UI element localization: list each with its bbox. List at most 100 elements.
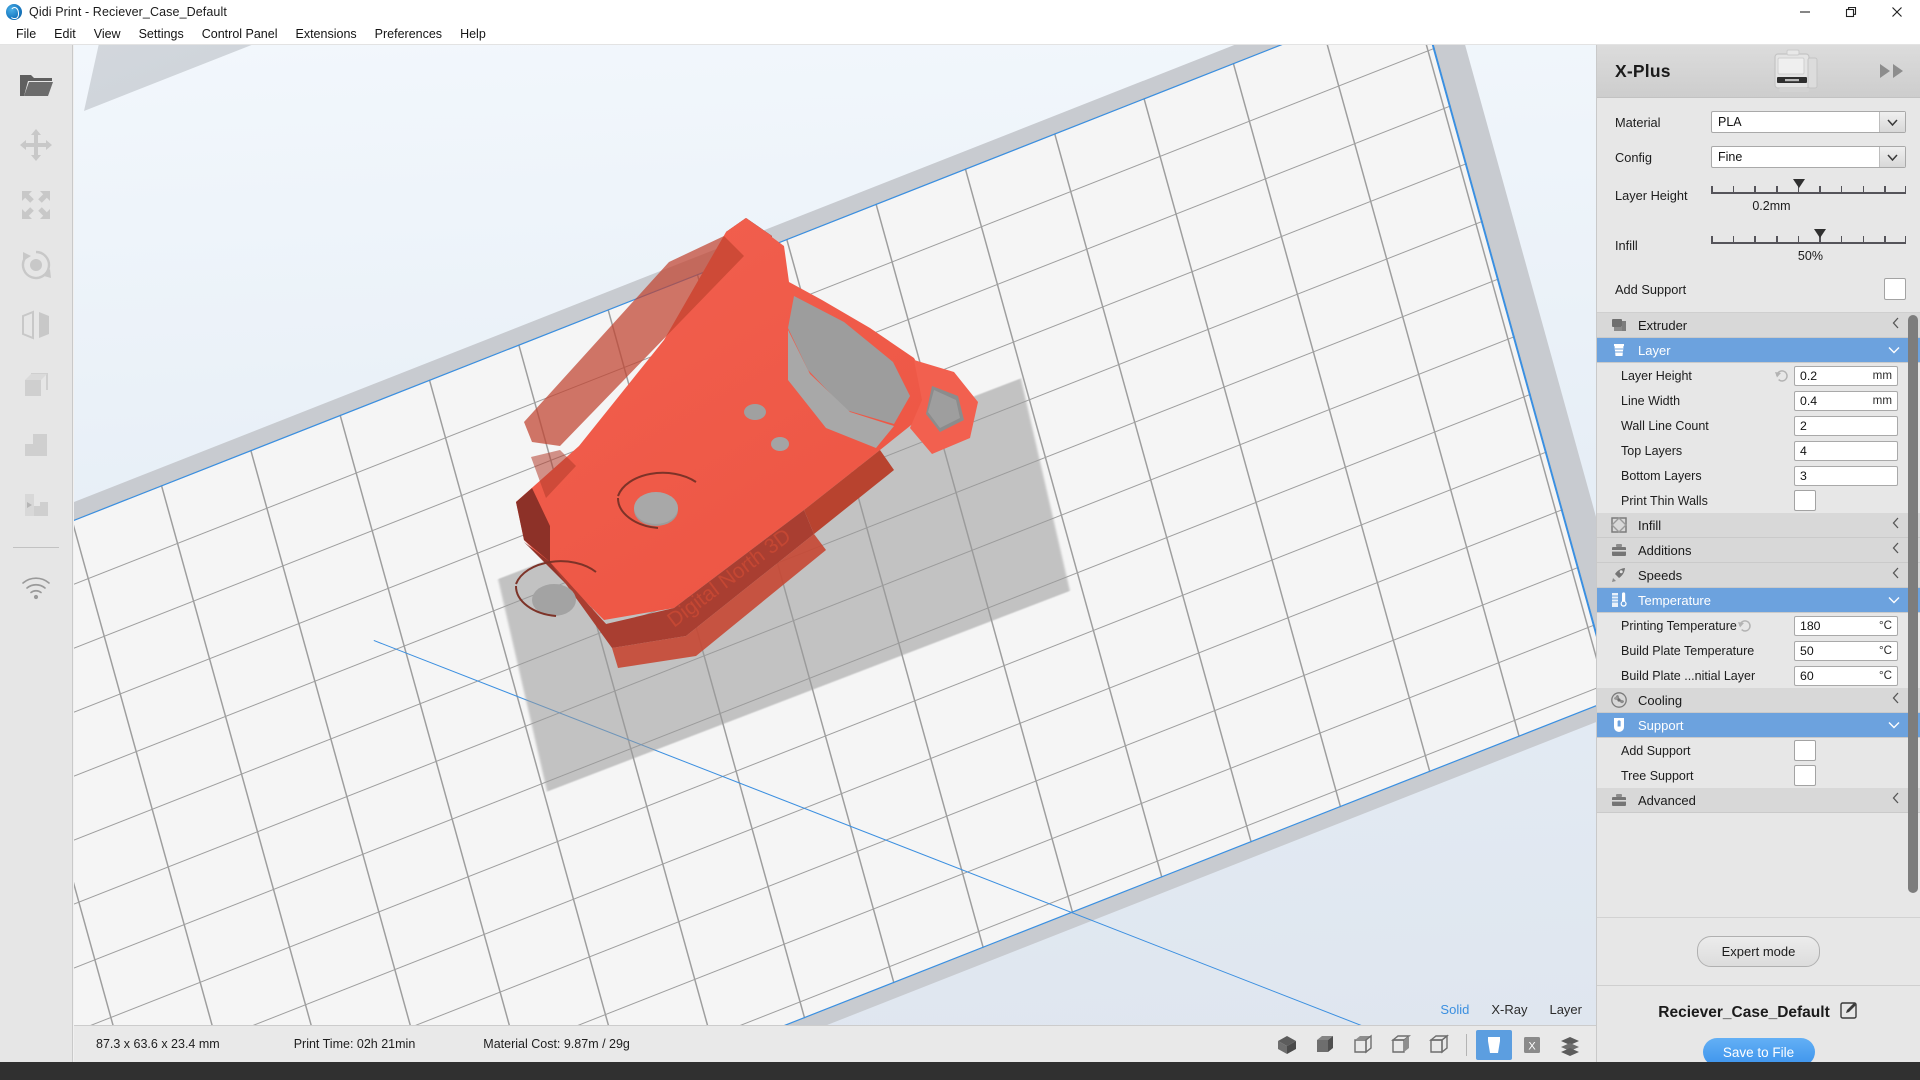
menu-preferences[interactable]: Preferences xyxy=(366,25,451,43)
settings-sections[interactable]: Extruder Layer Layer Height 0.2 mm Line … xyxy=(1597,312,1920,917)
section-label: Additions xyxy=(1638,542,1692,558)
menu-view[interactable]: View xyxy=(85,25,130,43)
field-unit: mm xyxy=(1872,394,1892,407)
support-blocker-icon[interactable] xyxy=(10,419,62,471)
field-value: 0.2 xyxy=(1800,368,1818,383)
edit-pencil-icon[interactable] xyxy=(1839,1000,1859,1025)
field-label: Print Thin Walls xyxy=(1621,493,1708,508)
section-advanced[interactable]: Advanced xyxy=(1597,788,1920,813)
section-speeds[interactable]: Speeds xyxy=(1597,563,1920,588)
field-label: Build Plate ...nitial Layer xyxy=(1621,668,1756,683)
open-file-icon[interactable] xyxy=(10,59,62,111)
field-input[interactable]: 0.2 mm xyxy=(1794,365,1898,386)
layer-height-slider-thumb[interactable] xyxy=(1792,179,1805,188)
section-infill[interactable]: Infill xyxy=(1597,513,1920,538)
additions-icon xyxy=(1609,540,1629,560)
field-label: Top Layers xyxy=(1621,443,1683,458)
printer-thumbnail-icon xyxy=(1765,48,1825,96)
per-model-settings-icon[interactable] xyxy=(10,359,62,411)
field-input[interactable]: 50 °C xyxy=(1794,640,1898,661)
menu-edit[interactable]: Edit xyxy=(45,25,85,43)
view-mode-solid[interactable]: Solid xyxy=(1440,1002,1469,1017)
minimize-icon[interactable] xyxy=(1782,0,1828,23)
view-right-icon[interactable] xyxy=(1421,1030,1457,1060)
section-additions[interactable]: Additions xyxy=(1597,538,1920,563)
view-left-icon[interactable] xyxy=(1383,1030,1419,1060)
mirror-icon[interactable] xyxy=(10,299,62,351)
field-build-plate-initial-layer: Build Plate ...nitial Layer 60 °C xyxy=(1597,663,1920,688)
view-mode-layer[interactable]: Layer xyxy=(1549,1002,1582,1017)
reset-icon[interactable] xyxy=(1737,618,1753,634)
material-select[interactable]: PLA xyxy=(1711,111,1906,133)
3d-viewport[interactable]: Digital North 3D Solid X-Ray Layer xyxy=(74,45,1596,1025)
view-3d-icon[interactable] xyxy=(1269,1030,1305,1060)
view-front-icon[interactable] xyxy=(1307,1030,1343,1060)
view-xray-icon[interactable]: X xyxy=(1514,1030,1550,1060)
section-layer[interactable]: Layer xyxy=(1597,338,1920,363)
section-temperature[interactable]: Temperature xyxy=(1597,588,1920,613)
temperature-icon xyxy=(1609,590,1629,610)
menu-help[interactable]: Help xyxy=(451,25,495,43)
section-label: Speeds xyxy=(1638,567,1683,583)
window-title: Qidi Print - Reciever_Case_Default xyxy=(29,4,227,19)
file-name-row: Reciever_Case_Default xyxy=(1658,1000,1858,1025)
section-extruder[interactable]: Extruder xyxy=(1597,313,1920,338)
view-buttons-divider xyxy=(1466,1033,1467,1056)
add-support-quick-checkbox[interactable] xyxy=(1884,278,1906,300)
field-value: 180 xyxy=(1800,618,1821,633)
view-layers-icon[interactable] xyxy=(1552,1030,1588,1060)
menu-extensions[interactable]: Extensions xyxy=(287,25,366,43)
layer-height-slider[interactable]: 0.2mm xyxy=(1711,176,1907,222)
field-input[interactable]: 180 °C xyxy=(1794,615,1898,636)
section-support[interactable]: Support xyxy=(1597,713,1920,738)
config-row: Config Fine xyxy=(1597,142,1920,172)
field-input[interactable]: 3 xyxy=(1794,465,1898,486)
settings-scrollbar[interactable] xyxy=(1908,315,1918,893)
section-label: Layer xyxy=(1638,342,1671,358)
wifi-icon[interactable] xyxy=(10,562,62,614)
custom-support-icon[interactable] xyxy=(10,479,62,531)
chevron-down-icon[interactable] xyxy=(1879,112,1905,132)
menu-control-panel[interactable]: Control Panel xyxy=(193,25,287,43)
close-icon[interactable] xyxy=(1874,0,1920,23)
layer-icon xyxy=(1609,340,1629,360)
view-mode-xray[interactable]: X-Ray xyxy=(1491,1002,1527,1017)
chevron-down-icon xyxy=(1888,716,1900,734)
chevron-down-icon[interactable] xyxy=(1879,147,1905,167)
config-select[interactable]: Fine xyxy=(1711,146,1906,168)
field-checkbox[interactable] xyxy=(1794,765,1816,786)
view-solid-icon[interactable] xyxy=(1476,1029,1512,1060)
expert-mode-row: Expert mode xyxy=(1597,917,1920,985)
field-checkbox[interactable] xyxy=(1794,740,1816,761)
field-printing-temperature: Printing Temperature 180 °C xyxy=(1597,613,1920,638)
expert-mode-button[interactable]: Expert mode xyxy=(1696,936,1821,967)
menu-file[interactable]: File xyxy=(7,25,45,43)
infill-slider-thumb[interactable] xyxy=(1814,229,1827,238)
field-input[interactable]: 4 xyxy=(1794,440,1898,461)
reset-icon[interactable] xyxy=(1774,368,1790,384)
field-value: 50 xyxy=(1800,643,1814,658)
field-unit: °C xyxy=(1878,669,1892,682)
toolbar-divider xyxy=(13,547,59,548)
field-checkbox[interactable] xyxy=(1794,490,1816,511)
section-cooling[interactable]: Cooling xyxy=(1597,688,1920,713)
view-top-icon[interactable] xyxy=(1345,1030,1381,1060)
double-chevron-right-icon[interactable] xyxy=(1878,62,1908,80)
field-input[interactable]: 60 °C xyxy=(1794,665,1898,686)
chevron-left-icon xyxy=(1892,541,1900,559)
svg-text:X: X xyxy=(1528,1040,1536,1052)
model-object[interactable]: Digital North 3D xyxy=(374,210,1074,770)
speeds-icon xyxy=(1609,565,1629,585)
advanced-icon xyxy=(1609,790,1629,810)
maximize-icon[interactable] xyxy=(1828,0,1874,23)
field-unit: mm xyxy=(1872,369,1892,382)
move-icon[interactable] xyxy=(10,119,62,171)
field-input[interactable]: 0.4 mm xyxy=(1794,390,1898,411)
field-input[interactable]: 2 xyxy=(1794,415,1898,436)
menu-settings[interactable]: Settings xyxy=(130,25,193,43)
scale-icon[interactable] xyxy=(10,179,62,231)
add-support-quick-row: Add Support xyxy=(1597,272,1920,306)
infill-slider[interactable]: 50% xyxy=(1711,226,1907,272)
field-line-width: Line Width 0.4 mm xyxy=(1597,388,1920,413)
rotate-icon[interactable] xyxy=(10,239,62,291)
